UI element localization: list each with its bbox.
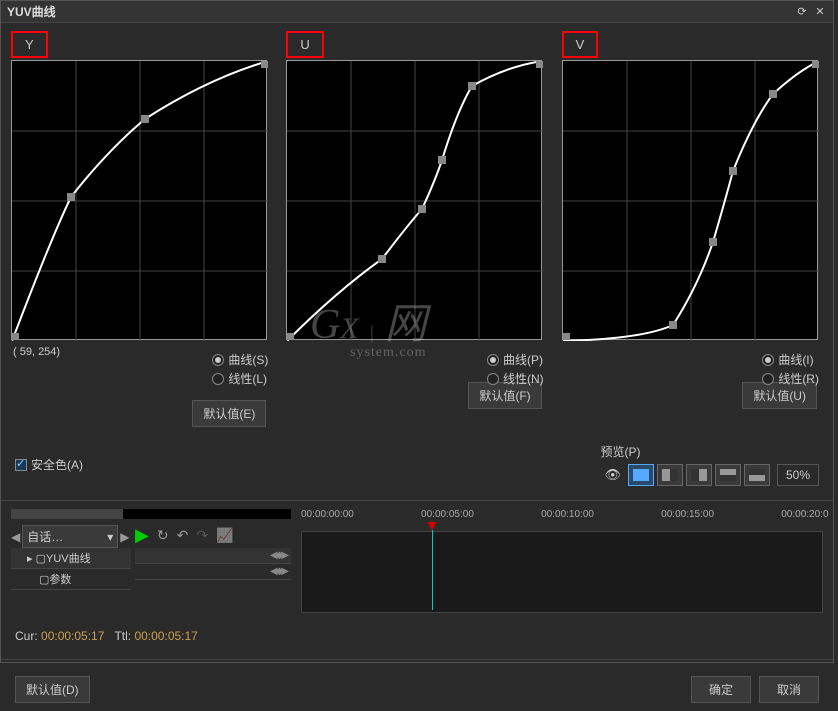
- curve-label-y: Y: [11, 31, 48, 58]
- timeline-track[interactable]: [301, 531, 823, 613]
- preview-mode-full[interactable]: [628, 464, 654, 486]
- reset-icon[interactable]: ⟳: [795, 5, 809, 19]
- timeline-ruler[interactable]: 00:00:00:00 00:00:05:00 00:00:10:00 00:0…: [301, 509, 823, 529]
- curve-label-u: U: [286, 31, 323, 58]
- preview-mode-split-h[interactable]: [715, 464, 741, 486]
- curve-panel-y: Y ( 59, 254) 曲线(S) 线性(L) 默认值(E): [11, 31, 272, 427]
- eye-icon[interactable]: 👁: [600, 467, 625, 483]
- preview-mode-split-h2[interactable]: [744, 464, 770, 486]
- tree-row-yuv[interactable]: ▸ ▢ YUV曲线: [11, 548, 131, 569]
- radio-icon: [762, 373, 774, 385]
- graph-icon[interactable]: 📈: [216, 527, 233, 544]
- zoom-level[interactable]: 50%: [777, 464, 819, 486]
- cancel-button[interactable]: 取消: [759, 676, 819, 703]
- safe-color-checkbox[interactable]: 安全色(A): [15, 456, 83, 473]
- dialog-title: YUV曲线: [7, 3, 56, 20]
- radio-linear-y[interactable]: 线性(L): [212, 370, 268, 387]
- keyframe-row-1: ◀◆▶: [135, 548, 291, 564]
- curve-label-v: V: [562, 31, 599, 58]
- track-dropdown[interactable]: 自话…▾: [22, 525, 118, 548]
- default-button-footer[interactable]: 默认值(D): [15, 676, 90, 703]
- tree-prev-icon[interactable]: ◀: [11, 530, 20, 544]
- curve-editor-u[interactable]: [286, 60, 542, 340]
- radio-curve-v[interactable]: 曲线(I): [762, 351, 819, 368]
- preview-mode-split-v2[interactable]: [686, 464, 712, 486]
- progress-bar[interactable]: [11, 509, 291, 519]
- keyframe-row-2: ◀◆▶: [135, 564, 291, 580]
- curve-editor-y[interactable]: [11, 60, 267, 340]
- radio-curve-y[interactable]: 曲线(S): [212, 351, 268, 368]
- curve-panel-u: U 曲线(P) 线性(N) 默认值(F): [286, 31, 547, 427]
- radio-icon: [487, 354, 499, 366]
- titlebar: YUV曲线 ⟳ ✕: [1, 1, 833, 23]
- radio-curve-u[interactable]: 曲线(P): [487, 351, 544, 368]
- play-button[interactable]: ▶: [135, 525, 149, 546]
- cur-time-label: Cur:: [15, 629, 38, 643]
- curve-editor-v[interactable]: [562, 60, 818, 340]
- radio-icon: [212, 373, 224, 385]
- preview-label: 预览(P): [600, 443, 819, 460]
- undo-icon[interactable]: ↶: [177, 527, 189, 544]
- ttl-time-value: 00:00:05:17: [134, 629, 197, 643]
- preview-mode-split-v[interactable]: [657, 464, 683, 486]
- tree-next-icon[interactable]: ▶: [120, 530, 129, 544]
- radio-icon: [762, 354, 774, 366]
- close-icon[interactable]: ✕: [813, 5, 827, 19]
- radio-icon: [212, 354, 224, 366]
- ttl-time-label: Ttl:: [114, 629, 131, 643]
- radio-linear-v[interactable]: 线性(R): [762, 370, 819, 387]
- tree-row-params[interactable]: ▢ 参数: [11, 569, 131, 590]
- curve-panel-v: V 曲线(I) 线性(R) 默认值(U): [562, 31, 823, 427]
- ok-button[interactable]: 确定: [691, 676, 751, 703]
- checkbox-icon: [15, 459, 27, 471]
- radio-linear-u[interactable]: 线性(N): [487, 370, 544, 387]
- playhead[interactable]: [432, 530, 433, 610]
- radio-icon: [487, 373, 499, 385]
- default-button-y[interactable]: 默认值(E): [192, 400, 266, 427]
- cur-time-value: 00:00:05:17: [41, 629, 104, 643]
- loop-icon[interactable]: ↻: [157, 527, 169, 544]
- redo-icon[interactable]: ↷: [196, 527, 208, 544]
